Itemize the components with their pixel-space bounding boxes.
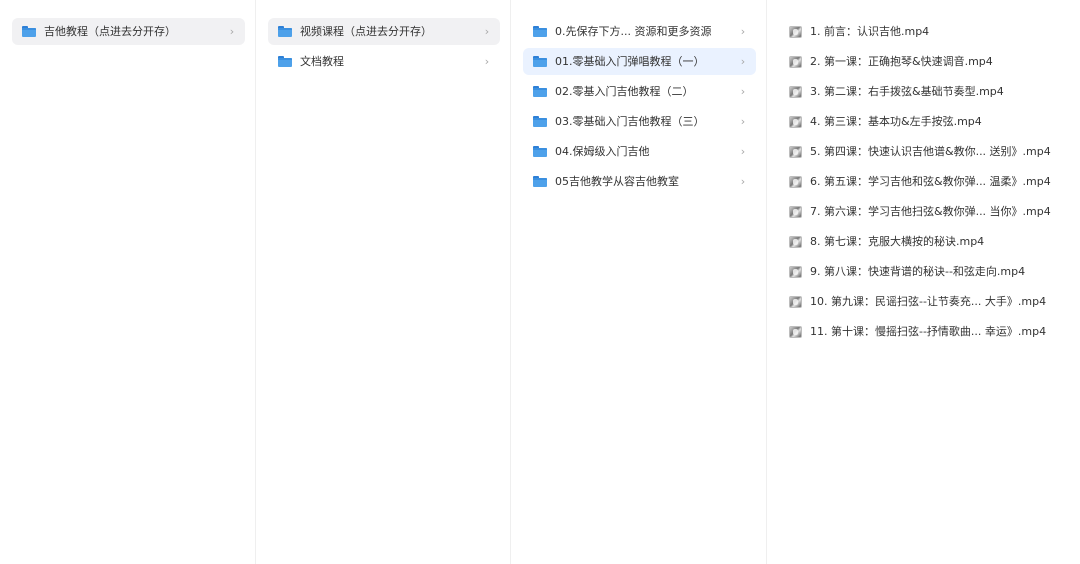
folder-label: 吉他教程（点进去分开存） xyxy=(44,25,176,38)
folder-item-05[interactable]: 05吉他教学从容吉他教室 › xyxy=(523,168,756,195)
column-4[interactable]: 1. 前言：认识吉他.mp4 2. 第一课：正确抱琴&快速调音.mp4 3. 第… xyxy=(767,0,1080,564)
file-item[interactable]: 1. 前言：认识吉他.mp4 xyxy=(781,18,1070,45)
file-label: 9. 第八课：快速背谱的秘诀--和弦走向.mp4 xyxy=(810,265,1026,278)
chevron-right-icon: › xyxy=(740,115,746,128)
file-label: 11. 第十课：慢摇扫弦--抒情歌曲... 幸运》.mp4 xyxy=(810,325,1047,338)
folder-item-0[interactable]: 0.先保存下方... 资源和更多资源 › xyxy=(523,18,756,45)
column-2[interactable]: 视频课程（点进去分开存） › 文档教程 › xyxy=(256,0,511,564)
file-item[interactable]: 8. 第七课：克服大横按的秘诀.mp4 xyxy=(781,228,1070,255)
file-item[interactable]: 3. 第二课：右手拨弦&基础节奏型.mp4 xyxy=(781,78,1070,105)
folder-icon xyxy=(533,176,547,187)
folder-label: 视频课程（点进去分开存） xyxy=(300,25,432,38)
file-label: 10. 第九课：民谣扫弦--让节奏充... 大手》.mp4 xyxy=(810,295,1047,308)
video-thumbnail-icon xyxy=(789,25,802,38)
file-label: 7. 第六课：学习吉他扫弦&教你弹... 当你》.mp4 xyxy=(810,205,1051,218)
folder-icon xyxy=(22,26,36,37)
video-thumbnail-icon xyxy=(789,115,802,128)
video-thumbnail-icon xyxy=(789,175,802,188)
video-thumbnail-icon xyxy=(789,55,802,68)
folder-item-02[interactable]: 02.零基入门吉他教程（二） › xyxy=(523,78,756,105)
file-item[interactable]: 10. 第九课：民谣扫弦--让节奏充... 大手》.mp4 xyxy=(781,288,1070,315)
file-label: 5. 第四课：快速认识吉他谱&教你... 送别》.mp4 xyxy=(810,145,1051,158)
folder-item-03[interactable]: 03.零基础入门吉他教程（三） › xyxy=(523,108,756,135)
file-label: 8. 第七课：克服大横按的秘诀.mp4 xyxy=(810,235,985,248)
chevron-right-icon: › xyxy=(740,85,746,98)
file-item[interactable]: 6. 第五课：学习吉他和弦&教你弹... 温柔》.mp4 xyxy=(781,168,1070,195)
video-thumbnail-icon xyxy=(789,145,802,158)
folder-label: 01.零基础入门弹唱教程（一） xyxy=(555,55,705,68)
folder-icon xyxy=(533,86,547,97)
chevron-right-icon: › xyxy=(740,145,746,158)
file-label: 1. 前言：认识吉他.mp4 xyxy=(810,25,930,38)
file-item[interactable]: 11. 第十课：慢摇扫弦--抒情歌曲... 幸运》.mp4 xyxy=(781,318,1070,345)
file-label: 6. 第五课：学习吉他和弦&教你弹... 温柔》.mp4 xyxy=(810,175,1051,188)
column-file-browser: 吉他教程（点进去分开存） › 视频课程（点进去分开存） › 文档教程 › 0.先… xyxy=(0,0,1080,564)
folder-label: 文档教程 xyxy=(300,55,344,68)
file-item[interactable]: 5. 第四课：快速认识吉他谱&教你... 送别》.mp4 xyxy=(781,138,1070,165)
folder-icon xyxy=(533,146,547,157)
video-thumbnail-icon xyxy=(789,205,802,218)
chevron-right-icon: › xyxy=(484,55,490,68)
folder-label: 0.先保存下方... 资源和更多资源 xyxy=(555,25,712,38)
folder-icon xyxy=(533,116,547,127)
file-label: 2. 第一课：正确抱琴&快速调音.mp4 xyxy=(810,55,993,68)
chevron-right-icon: › xyxy=(740,175,746,188)
file-item[interactable]: 4. 第三课：基本功&左手按弦.mp4 xyxy=(781,108,1070,135)
video-thumbnail-icon xyxy=(789,325,802,338)
folder-item-guitar-tutorials[interactable]: 吉他教程（点进去分开存） › xyxy=(12,18,245,45)
folder-item-01[interactable]: 01.零基础入门弹唱教程（一） › xyxy=(523,48,756,75)
file-item[interactable]: 9. 第八课：快速背谱的秘诀--和弦走向.mp4 xyxy=(781,258,1070,285)
file-item[interactable]: 2. 第一课：正确抱琴&快速调音.mp4 xyxy=(781,48,1070,75)
folder-label: 05吉他教学从容吉他教室 xyxy=(555,175,679,188)
chevron-right-icon: › xyxy=(229,25,235,38)
file-item[interactable]: 7. 第六课：学习吉他扫弦&教你弹... 当你》.mp4 xyxy=(781,198,1070,225)
column-1[interactable]: 吉他教程（点进去分开存） › xyxy=(0,0,256,564)
video-thumbnail-icon xyxy=(789,265,802,278)
column-3[interactable]: 0.先保存下方... 资源和更多资源 › 01.零基础入门弹唱教程（一） › 0… xyxy=(511,0,767,564)
folder-icon xyxy=(278,26,292,37)
folder-item-document-tutorials[interactable]: 文档教程 › xyxy=(268,48,500,75)
folder-label: 04.保姆级入门吉他 xyxy=(555,145,650,158)
file-label: 4. 第三课：基本功&左手按弦.mp4 xyxy=(810,115,982,128)
video-thumbnail-icon xyxy=(789,295,802,308)
video-thumbnail-icon xyxy=(789,85,802,98)
video-thumbnail-icon xyxy=(789,235,802,248)
folder-item-04[interactable]: 04.保姆级入门吉他 › xyxy=(523,138,756,165)
folder-icon xyxy=(278,56,292,67)
folder-icon xyxy=(533,26,547,37)
chevron-right-icon: › xyxy=(484,25,490,38)
folder-icon xyxy=(533,56,547,67)
folder-label: 02.零基入门吉他教程（二） xyxy=(555,85,694,98)
folder-label: 03.零基础入门吉他教程（三） xyxy=(555,115,705,128)
folder-item-video-courses[interactable]: 视频课程（点进去分开存） › xyxy=(268,18,500,45)
chevron-right-icon: › xyxy=(740,55,746,68)
chevron-right-icon: › xyxy=(740,25,746,38)
file-label: 3. 第二课：右手拨弦&基础节奏型.mp4 xyxy=(810,85,1004,98)
